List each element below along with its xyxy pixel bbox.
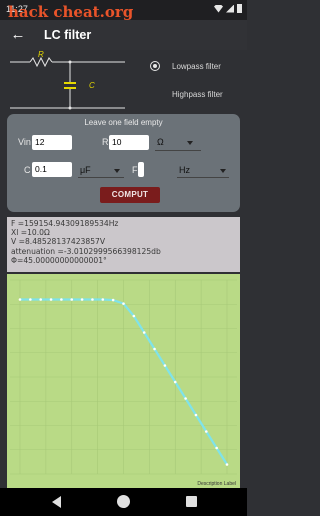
data-point [39, 298, 42, 301]
f-label: F [132, 165, 138, 175]
results-panel: F =159154.94309189534Hz Xl =10.0Ω V =8.4… [7, 217, 240, 272]
radio-highpass[interactable]: Highpass filter [150, 89, 223, 99]
chart-description-label: Description Label [197, 481, 236, 487]
input-panel: Leave one field empty Vin 12 R 10 Ω C 0.… [7, 114, 240, 212]
circuit-area: R C Lowpass filter Highpass filter [0, 50, 247, 112]
data-point [18, 298, 22, 301]
c-unit: μF [80, 165, 91, 175]
chevron-down-icon [187, 141, 193, 145]
chevron-down-icon [220, 169, 226, 173]
r-input[interactable]: 10 [109, 135, 149, 150]
circuit-diagram: R C [10, 50, 125, 110]
radio-highpass-icon[interactable] [150, 89, 160, 99]
result-attenuation: attenuation =-3.0102999566398125db [11, 246, 161, 256]
nav-recent-icon[interactable] [186, 496, 197, 507]
app-root: 11:27 hack cheat.org ← LC filter R C Low… [0, 0, 247, 516]
vin-label: Vin [18, 137, 31, 147]
r-unit: Ω [157, 137, 164, 147]
c-label: C [24, 165, 31, 175]
page-title: LC filter [44, 28, 92, 42]
data-point [122, 302, 125, 305]
system-nav-bar [0, 488, 247, 516]
data-point [111, 298, 115, 302]
r-unit-underline [155, 150, 201, 151]
nav-back-icon[interactable] [52, 496, 61, 508]
data-point [80, 298, 84, 301]
vin-input[interactable]: 12 [32, 135, 72, 150]
f-unit: Hz [179, 165, 190, 175]
capacitor-label: C [89, 81, 95, 90]
status-icons [214, 4, 242, 13]
data-point [91, 298, 94, 301]
radio-lowpass-icon[interactable] [150, 61, 160, 71]
result-frequency: F =159154.94309189534Hz [11, 219, 119, 228]
radio-highpass-label: Highpass filter [172, 89, 223, 99]
result-reactance: Xl =10.0Ω [11, 228, 50, 238]
wifi-icon [214, 4, 223, 13]
r-label: R [102, 137, 109, 147]
signal-icon [226, 4, 234, 13]
chart-area: Description Label [7, 274, 240, 488]
f-unit-underline [177, 177, 229, 178]
data-point [225, 463, 229, 466]
data-point [205, 430, 208, 433]
result-voltage: V =8.48528137423857V [11, 237, 106, 247]
bode-chart: Description Label [10, 279, 237, 487]
data-point [60, 298, 63, 301]
data-point [70, 298, 74, 301]
data-point [173, 380, 177, 384]
battery-icon [237, 4, 242, 13]
resistor-label: R [38, 50, 44, 59]
data-point [194, 413, 198, 417]
nav-home-icon[interactable] [117, 495, 130, 508]
chevron-down-icon [114, 169, 120, 173]
compute-button[interactable]: COMPUT [100, 187, 160, 203]
c-unit-underline [78, 177, 124, 178]
data-point [142, 331, 146, 334]
c-input[interactable]: 0.1 [32, 162, 72, 177]
radio-lowpass-label: Lowpass filter [172, 61, 221, 71]
radio-lowpass[interactable]: Lowpass filter [150, 61, 221, 71]
data-point [215, 446, 218, 450]
app-bar: ← LC filter [0, 20, 247, 50]
status-bar: 11:27 hack cheat.org [0, 0, 247, 21]
data-point [184, 397, 187, 400]
arrow-left-icon[interactable]: ← [8, 25, 28, 45]
watermark-text: hack cheat.org [8, 3, 134, 21]
data-point [153, 347, 156, 351]
data-point [101, 298, 105, 301]
result-phase: Φ=45.00000000000001° [11, 255, 107, 265]
data-point [132, 314, 136, 318]
data-point [163, 364, 167, 367]
f-input[interactable] [138, 162, 144, 177]
panel-hint: Leave one field empty [84, 118, 163, 127]
data-point [49, 298, 53, 301]
data-point [29, 298, 32, 301]
